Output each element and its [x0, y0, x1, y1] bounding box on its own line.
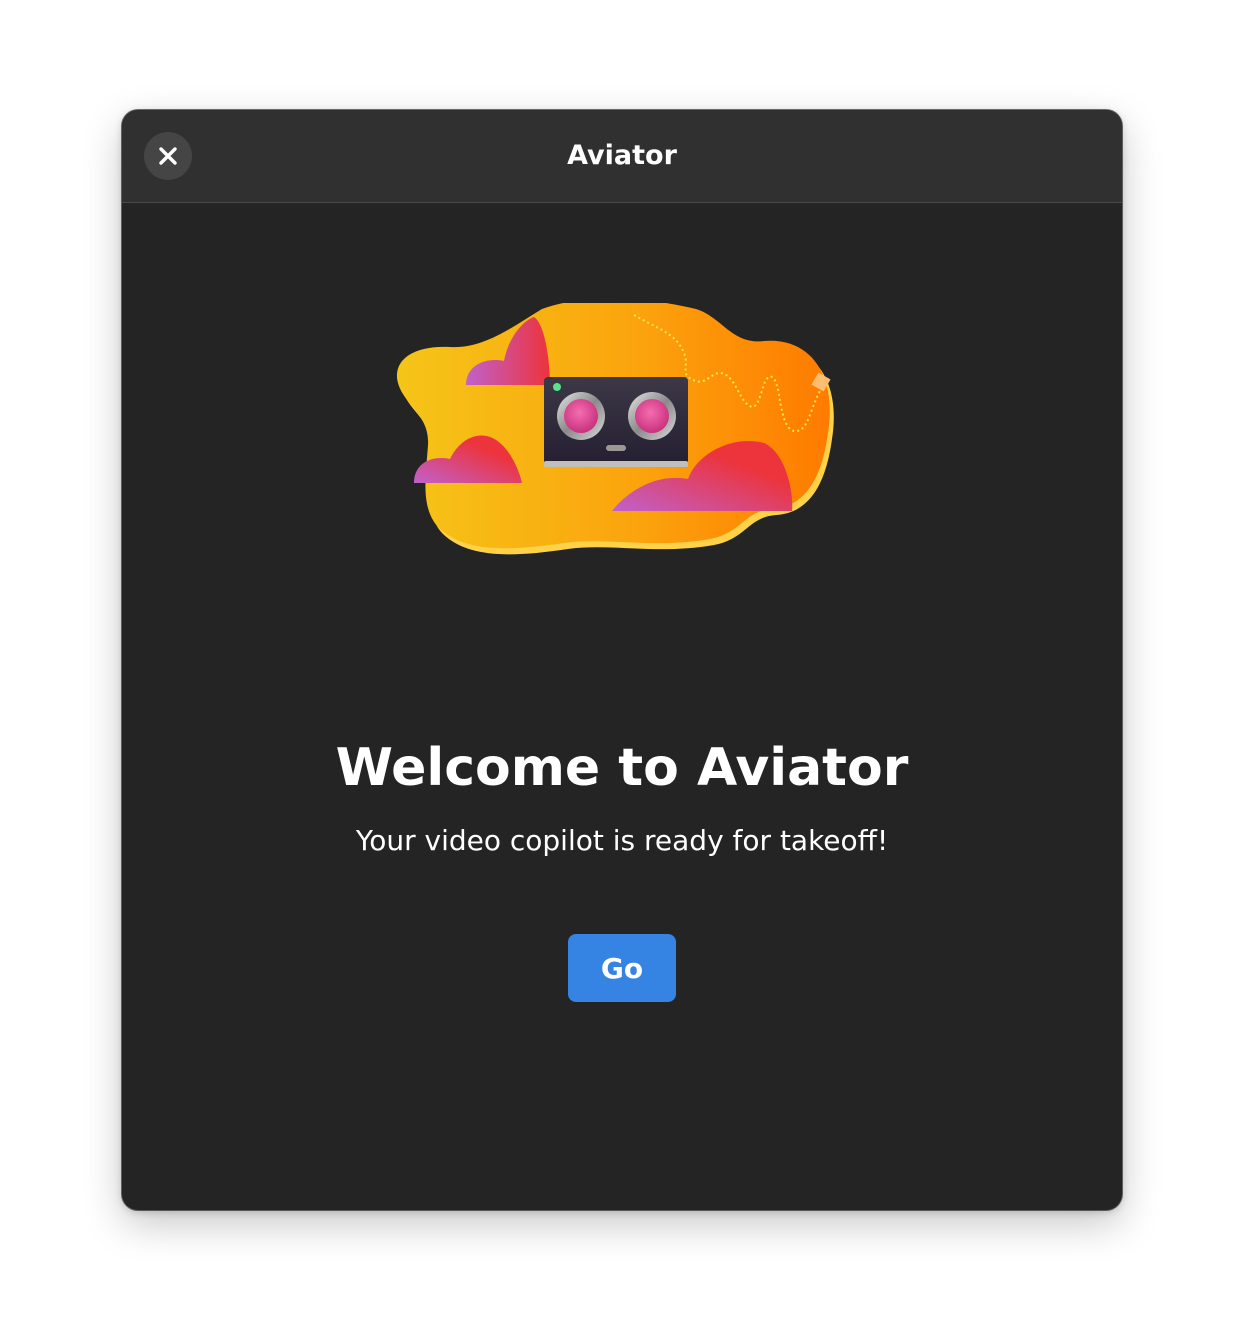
- welcome-subtitle: Your video copilot is ready for takeoff!: [355, 824, 889, 857]
- robot-camera-cloud-illustration: [396, 303, 834, 555]
- welcome-title: Welcome to Aviator: [335, 738, 909, 798]
- go-button[interactable]: Go: [568, 934, 676, 1002]
- welcome-page: Welcome to Aviator Your video copilot is…: [122, 203, 1122, 1210]
- app-window: Aviator Welcome to Aviator Your video co…: [122, 110, 1122, 1210]
- window-title: Aviator: [567, 140, 677, 171]
- header-bar: Aviator: [122, 110, 1122, 203]
